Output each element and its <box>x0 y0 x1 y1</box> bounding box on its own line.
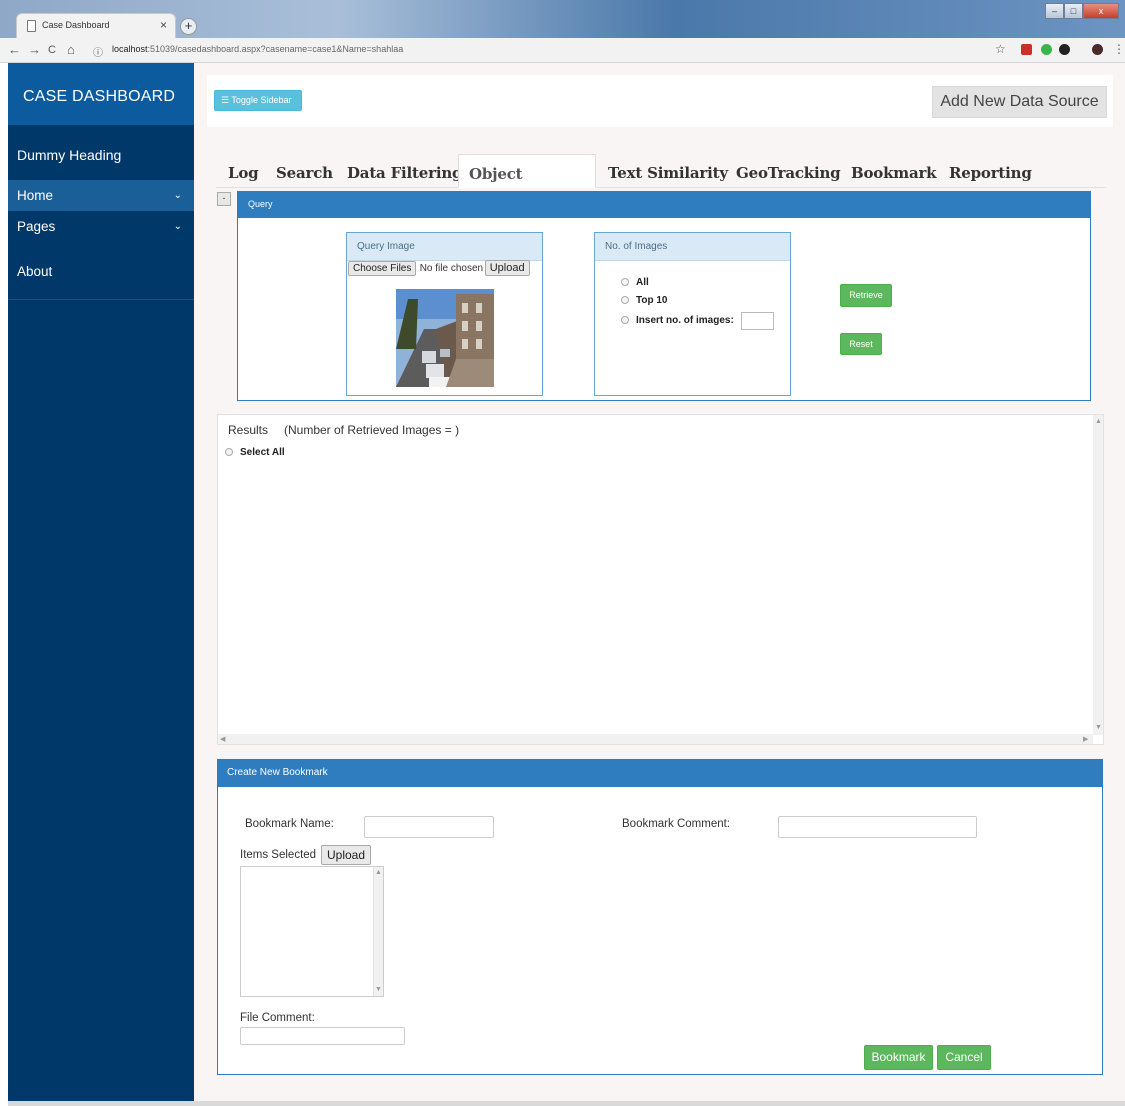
url-path: :51039/casedashboard.aspx?casename=case1… <box>147 44 404 54</box>
scroll-left-icon[interactable]: ◀ <box>220 735 225 743</box>
profile-avatar[interactable] <box>1092 44 1103 55</box>
home-icon[interactable]: ⌂ <box>67 42 75 57</box>
maximize-icon[interactable]: □ <box>1064 3 1083 19</box>
bookmark-comment-label: Bookmark Comment: <box>622 818 731 830</box>
radio-top10[interactable] <box>621 296 629 304</box>
results-panel <box>217 414 1104 745</box>
close-window-icon[interactable]: x <box>1083 3 1119 19</box>
scroll-down-icon[interactable]: ▼ <box>375 986 382 993</box>
extension-icon[interactable] <box>1041 44 1052 55</box>
sidebar-item-label: Home <box>17 188 54 203</box>
bookmark-name-input[interactable] <box>364 816 494 838</box>
file-input[interactable]: Choose Files No file chosen Upload <box>348 260 530 278</box>
url-field[interactable]: localhost:51039/casedashboard.aspx?casen… <box>112 44 403 54</box>
new-tab-button[interactable]: + <box>180 18 197 35</box>
scroll-up-icon[interactable]: ▲ <box>1095 418 1102 425</box>
sidebar-heading: Dummy Heading <box>17 147 122 163</box>
file-comment-input[interactable] <box>240 1027 405 1045</box>
results-title: Results <box>228 423 269 437</box>
radio-insert[interactable] <box>621 316 629 324</box>
extension-icon[interactable] <box>1059 44 1070 55</box>
sidebar-item-label: Pages <box>17 219 56 234</box>
reset-button[interactable]: Reset <box>840 333 882 355</box>
items-upload-button[interactable]: Upload <box>321 845 372 865</box>
tab-data-filtering[interactable]: Data Filtering <box>337 154 472 188</box>
select-all-radio[interactable] <box>225 448 233 456</box>
address-bar: ← → C ⌂ ⓘ localhost:51039/casedashboard.… <box>0 38 1125 63</box>
num-images-title: No. of Images <box>595 233 790 261</box>
minimize-icon[interactable]: – <box>1045 3 1064 19</box>
extension-icon[interactable] <box>1021 44 1032 55</box>
query-image-thumbnail <box>396 289 494 387</box>
retrieve-button[interactable]: Retrieve <box>840 284 892 307</box>
scroll-down-icon[interactable]: ▼ <box>1095 724 1102 731</box>
chevron-down-icon: ⌄ <box>173 221 182 232</box>
sidebar-item-about[interactable]: About <box>8 262 194 282</box>
results-count: (Number of Retrieved Images = ) <box>284 423 460 437</box>
choose-files-button[interactable]: Choose Files <box>348 261 417 277</box>
items-selected-list[interactable] <box>240 866 384 997</box>
toggle-sidebar-button[interactable]: ☰ Toggle Sidebar <box>214 90 302 111</box>
num-images-input[interactable] <box>741 312 774 330</box>
window-controls: – □ x <box>1045 3 1122 21</box>
upload-button[interactable]: Upload <box>484 260 530 276</box>
add-data-source-button[interactable]: Add New Data Source <box>932 86 1107 118</box>
bookmark-star-icon[interactable]: ☆ <box>995 42 1006 56</box>
cancel-button[interactable]: Cancel <box>937 1045 991 1070</box>
sidebar-title[interactable]: CASE DASHBOARD <box>23 88 175 106</box>
tab-geotracking[interactable]: GeoTracking <box>726 154 850 188</box>
back-icon[interactable]: ← <box>8 42 21 57</box>
results-vertical-scrollbar[interactable] <box>1093 415 1103 735</box>
results-horizontal-scrollbar[interactable] <box>218 734 1093 744</box>
page-horizontal-scrollbar[interactable] <box>8 1101 1125 1106</box>
no-file-text: No file chosen <box>419 262 484 274</box>
browser-tab-title: Case Dashboard <box>42 20 110 30</box>
toggle-sidebar-label: Toggle Sidebar <box>231 95 292 105</box>
chevron-down-icon: ⌄ <box>173 190 182 201</box>
menu-icon: ☰ <box>221 95 230 105</box>
sidebar-item-home[interactable]: Home ⌄ <box>8 180 194 211</box>
items-selected-label: Items Selected <box>240 849 317 861</box>
tab-log[interactable]: Log <box>218 154 268 188</box>
bookmark-comment-input[interactable] <box>778 816 977 838</box>
radio-all-label: All <box>636 277 649 288</box>
select-all-label: Select All <box>240 447 285 458</box>
tab-text-similarity[interactable]: Text Similarity <box>598 154 738 188</box>
bookmark-name-label: Bookmark Name: <box>245 818 334 830</box>
tab-search[interactable]: Search <box>266 154 343 188</box>
file-comment-label: File Comment: <box>240 1012 315 1024</box>
scroll-right-icon[interactable]: ▶ <box>1083 735 1088 743</box>
bookmark-button[interactable]: Bookmark <box>864 1045 933 1070</box>
browser-tab[interactable]: Case Dashboard × <box>16 13 176 38</box>
url-host: localhost <box>112 44 148 54</box>
tab-bar: Log Search Data Filtering Object Matchin… <box>216 154 1106 221</box>
radio-all[interactable] <box>621 278 629 286</box>
scroll-up-icon[interactable]: ▲ <box>375 869 382 876</box>
tab-bookmark[interactable]: Bookmark <box>841 154 946 188</box>
items-list-scrollbar[interactable] <box>373 867 383 996</box>
browser-menu-icon[interactable]: ⋮ <box>1113 42 1125 56</box>
info-icon[interactable]: ⓘ <box>93 44 103 59</box>
create-bookmark-title: Create New Bookmark <box>217 759 1103 787</box>
tab-object-matching[interactable]: Object Matching <box>458 154 596 221</box>
radio-top10-label: Top 10 <box>636 295 668 306</box>
close-tab-icon[interactable]: × <box>160 18 167 32</box>
sidebar-divider <box>8 299 194 300</box>
forward-icon[interactable]: → <box>28 42 41 57</box>
query-panel-title: Query <box>237 191 1091 218</box>
reload-icon[interactable]: C <box>48 44 56 56</box>
radio-insert-label: Insert no. of images: <box>636 315 734 326</box>
sidebar-item-label: About <box>17 264 53 279</box>
tab-reporting[interactable]: Reporting <box>939 154 1042 188</box>
collapse-query-button[interactable]: - <box>217 192 231 206</box>
query-image-title: Query Image <box>347 233 542 261</box>
sidebar-item-pages[interactable]: Pages ⌄ <box>8 211 194 242</box>
page-icon <box>27 20 36 32</box>
